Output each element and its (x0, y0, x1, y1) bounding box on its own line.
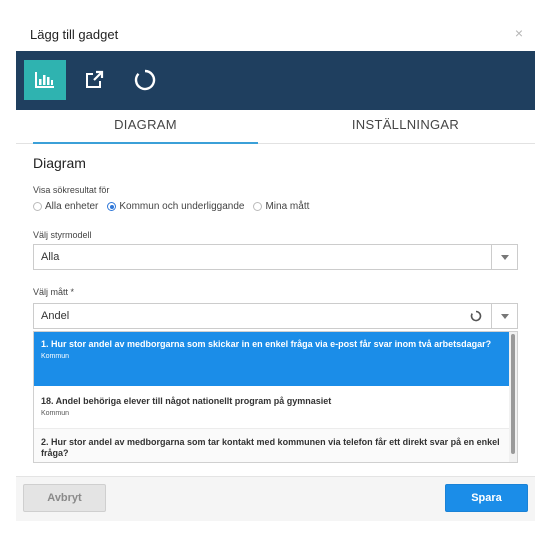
result-title: 1. Hur stor andel av medborgarna som ski… (41, 339, 492, 349)
circle-loader-tool-button[interactable] (124, 60, 166, 100)
result-subtitle: Kommun (41, 353, 70, 360)
dialog-title: Lägg till gadget (30, 27, 119, 42)
dialog-header: Lägg till gadget × (16, 13, 535, 51)
matt-input-value: Andel (41, 310, 70, 322)
radio-label: Kommun och underliggande (119, 201, 245, 212)
matt-results-dropdown: 1. Hur stor andel av medborgarna som ski… (33, 331, 518, 463)
circle-loader-icon (134, 69, 156, 91)
radio-circle (253, 202, 263, 211)
add-gadget-dialog: Lägg till gadget × DIAGRAM INSTÄLLNINGAR… (16, 13, 535, 521)
external-link-tool-button[interactable] (74, 60, 116, 100)
scrollbar-thumb[interactable] (511, 334, 515, 454)
bar-chart-icon (35, 72, 54, 88)
cancel-button[interactable]: Avbryt (23, 484, 106, 512)
chevron-down-icon[interactable] (491, 245, 517, 269)
radio-kommun-och-underliggande[interactable]: Kommun och underliggande (107, 201, 244, 212)
radio-mina-matt[interactable]: Mina mått (253, 201, 309, 212)
radio-label: Mina mått (265, 201, 310, 212)
radio-label: Alla enheter (45, 201, 99, 212)
gadget-type-toolbar (16, 51, 535, 110)
loading-spinner-icon (470, 310, 482, 322)
result-item[interactable]: 1. Hur stor andel av medborgarna som ski… (34, 332, 511, 386)
search-scope-label: Visa sökresultat för (33, 185, 110, 195)
tab-diagram[interactable]: DIAGRAM (33, 110, 258, 144)
styrmodell-value: Alla (41, 251, 60, 263)
dialog-footer: Avbryt Spara (16, 476, 535, 521)
radio-circle (33, 202, 42, 211)
matt-search-input[interactable]: Andel (33, 303, 518, 329)
bar-chart-tool-button[interactable] (24, 60, 66, 100)
save-button[interactable]: Spara (445, 484, 528, 512)
result-item[interactable]: 18. Andel behöriga elever till något nat… (34, 386, 511, 428)
matt-label: Välj mått * (33, 287, 75, 297)
section-title: Diagram (33, 155, 86, 171)
close-icon[interactable]: × (515, 25, 523, 41)
chevron-down-icon[interactable] (491, 304, 517, 328)
dropdown-scrollbar[interactable] (509, 332, 517, 462)
result-subtitle: Kommun (41, 410, 70, 417)
styrmodell-select[interactable]: Alla (33, 244, 518, 270)
styrmodell-label: Välj styrmodell (33, 230, 92, 240)
result-title: 2. Hur stor andel av medborgarna som tar… (41, 437, 500, 458)
tab-bar: DIAGRAM INSTÄLLNINGAR (16, 110, 535, 144)
tab-installningar[interactable]: INSTÄLLNINGAR (293, 110, 518, 144)
search-scope-radio-group: Alla enheter Kommun och underliggande Mi… (33, 201, 318, 212)
radio-circle-selected (107, 202, 117, 211)
external-link-icon (86, 70, 104, 88)
radio-alla-enheter[interactable]: Alla enheter (33, 201, 98, 212)
result-item[interactable]: 2. Hur stor andel av medborgarna som tar… (34, 428, 511, 462)
result-title: 18. Andel behöriga elever till något nat… (41, 396, 332, 406)
